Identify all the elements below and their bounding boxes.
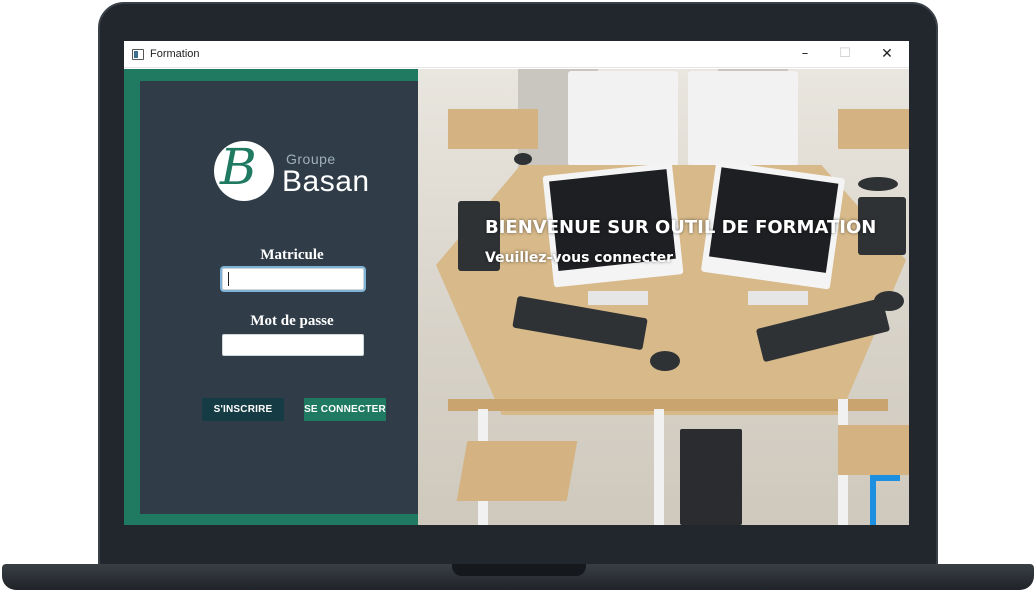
hero-table-edge <box>448 399 888 411</box>
minimize-icon[interactable]: – <box>790 44 820 64</box>
logo-letter: B <box>220 138 257 196</box>
stage: Formation – ☐ ✕ B Groupe Basan Matricule… <box>0 0 1036 595</box>
hero-stool <box>838 109 909 149</box>
hero-mouse <box>858 177 898 191</box>
hero-image: BIENVENUE SUR OUTIL DE FORMATION Veuille… <box>418 69 909 525</box>
text-caret <box>228 272 229 286</box>
hero-stool <box>448 109 538 149</box>
hero-stool <box>838 425 909 475</box>
close-icon[interactable]: ✕ <box>872 44 902 64</box>
hero-mouse <box>650 351 680 371</box>
hero-pc-tower <box>680 429 742 525</box>
hero-mouse <box>874 291 904 311</box>
hero-table-leg <box>654 409 664 525</box>
hero-monitor-stand <box>748 291 808 305</box>
hero-stool <box>456 441 578 501</box>
hero-mouse <box>514 153 532 165</box>
matricule-label: Matricule <box>260 247 324 263</box>
login-panel: B Groupe Basan Matricule Mot de passe S'… <box>140 81 432 514</box>
hero-subtitle: Veuillez-vous connecter <box>485 250 674 266</box>
window-content: B Groupe Basan Matricule Mot de passe S'… <box>124 69 909 525</box>
hero-monitor-back <box>568 71 678 166</box>
hero-monitor-back <box>688 71 798 166</box>
register-button[interactable]: S'INSCRIRE <box>202 398 284 421</box>
password-input[interactable] <box>222 334 364 356</box>
app-window: Formation – ☐ ✕ B Groupe Basan Matricule… <box>124 41 909 525</box>
laptop-notch <box>452 564 586 576</box>
title-bar: Formation – ☐ ✕ <box>124 41 909 68</box>
maximize-icon[interactable]: ☐ <box>830 44 860 64</box>
window-title: Formation <box>150 48 200 60</box>
app-window-icon <box>132 49 144 60</box>
hero-blue-mark <box>870 475 900 525</box>
password-label: Mot de passe <box>250 313 334 329</box>
hero-title: BIENVENUE SUR OUTIL DE FORMATION <box>485 217 877 238</box>
login-button[interactable]: SE CONNECTER <box>304 398 386 421</box>
logo-brand-name: Basan <box>282 165 370 198</box>
matricule-input[interactable] <box>222 268 364 290</box>
hero-monitor-stand <box>588 291 648 305</box>
